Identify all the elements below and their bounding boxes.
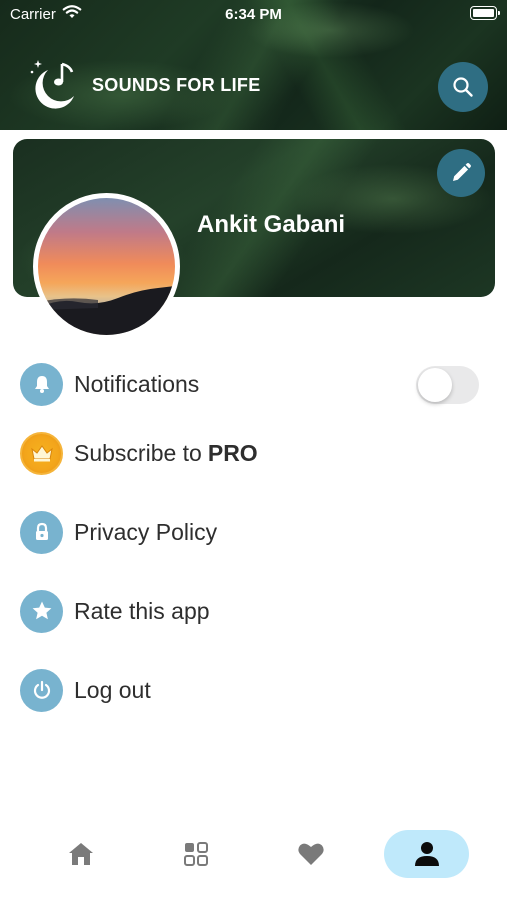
logout-item[interactable]: Log out bbox=[20, 668, 151, 712]
edit-profile-button[interactable] bbox=[437, 149, 485, 197]
search-button[interactable] bbox=[438, 62, 488, 112]
nav-profile[interactable] bbox=[384, 830, 469, 878]
subscribe-pro-item[interactable]: Subscribe to PRO bbox=[20, 431, 258, 475]
subscribe-label: Subscribe to PRO bbox=[74, 440, 258, 467]
rate-app-label: Rate this app bbox=[74, 597, 210, 624]
app-title: SOUNDS FOR LIFE bbox=[92, 75, 261, 95]
grid-icon bbox=[184, 842, 208, 866]
moon-music-icon bbox=[26, 56, 82, 112]
battery-icon bbox=[470, 6, 500, 20]
nav-categories[interactable] bbox=[172, 830, 220, 878]
notifications-label: Notifications bbox=[74, 370, 200, 397]
app-header: Carrier 6:34 PM SOUNDS FOR LIFE bbox=[0, 0, 507, 130]
search-icon bbox=[453, 77, 473, 97]
privacy-policy-item[interactable]: Privacy Policy bbox=[20, 510, 217, 554]
pencil-icon bbox=[453, 163, 471, 181]
rate-app-item[interactable]: Rate this app bbox=[20, 589, 210, 633]
home-icon bbox=[69, 843, 93, 865]
pro-badge: PRO bbox=[207, 439, 258, 466]
logout-label: Log out bbox=[74, 676, 151, 703]
profile-name: Ankit Gabani bbox=[197, 211, 346, 238]
star-icon bbox=[20, 589, 63, 633]
notifications-toggle[interactable] bbox=[416, 366, 479, 404]
crown-icon bbox=[20, 431, 63, 475]
subscribe-text: Subscribe to bbox=[74, 439, 202, 466]
status-time: 6:34 PM bbox=[225, 6, 282, 23]
nav-favorites[interactable] bbox=[287, 830, 335, 878]
status-bar: Carrier 6:34 PM bbox=[0, 0, 507, 28]
avatar[interactable] bbox=[33, 193, 180, 340]
notifications-item[interactable]: Notifications bbox=[20, 362, 199, 406]
nav-home[interactable] bbox=[57, 830, 105, 878]
power-icon bbox=[20, 668, 63, 712]
profile-icon bbox=[414, 842, 439, 866]
toggle-knob bbox=[418, 368, 452, 402]
heart-icon bbox=[298, 843, 324, 865]
lock-icon bbox=[20, 510, 63, 554]
bottom-nav bbox=[0, 820, 507, 890]
bell-icon bbox=[20, 362, 63, 406]
privacy-policy-label: Privacy Policy bbox=[74, 518, 218, 545]
